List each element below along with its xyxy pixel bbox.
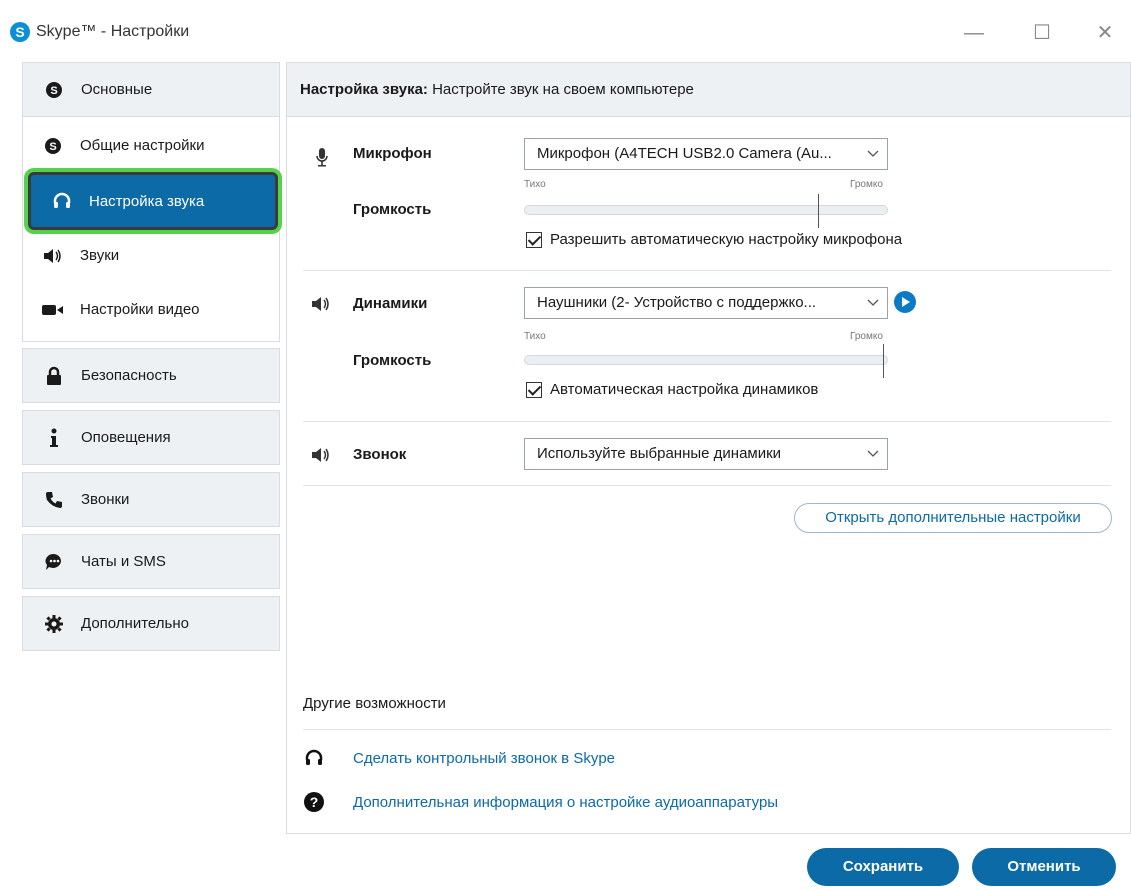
- sidebar-item-general-settings[interactable]: S Общие настройки: [22, 118, 280, 173]
- divider: [303, 485, 1111, 486]
- headset-icon: [303, 747, 325, 769]
- play-test-sound-button[interactable]: [894, 291, 916, 313]
- checkbox-checked-icon[interactable]: [526, 381, 542, 398]
- chevron-down-icon: [867, 288, 879, 329]
- ring-select-value: Используйте выбранные динамики: [537, 445, 782, 462]
- sidebar-item-sound-settings[interactable]: Настройка звука: [28, 172, 278, 230]
- ring-select[interactable]: Используйте выбранные динамики: [524, 438, 888, 470]
- sidebar-item-video-settings[interactable]: Настройки видео: [22, 282, 280, 337]
- sidebar-section-label: Чаты и SMS: [81, 553, 166, 570]
- other-options-title: Другие возможности: [303, 695, 446, 712]
- divider: [303, 729, 1111, 730]
- mic-volume-slider[interactable]: [524, 194, 888, 228]
- svg-text:S: S: [49, 141, 56, 153]
- mic-loud-label: Громко: [850, 179, 883, 190]
- sidebar-section-calls[interactable]: Звонки: [22, 472, 280, 527]
- title-bar: S Skype™ - Настройки — ☐ ✕: [0, 0, 1131, 58]
- speaker-icon: [42, 245, 64, 267]
- panel-header-subtitle: Настройте звук на своем компьютере: [427, 81, 694, 98]
- speakers-auto-checkbox[interactable]: Автоматическая настройка динамиков: [526, 381, 818, 398]
- sidebar-section-label: Безопасность: [81, 367, 177, 384]
- sidebar-section-security[interactable]: Безопасность: [22, 348, 280, 403]
- test-call-link[interactable]: Сделать контрольный звонок в Skype: [353, 750, 615, 767]
- open-advanced-settings-button[interactable]: Открыть дополнительные настройки: [794, 503, 1112, 533]
- microphone-select[interactable]: Микрофон (A4TECH USB2.0 Camera (Au...: [524, 138, 888, 170]
- lock-icon: [43, 365, 65, 387]
- sidebar-section-chats[interactable]: Чаты и SMS: [22, 534, 280, 589]
- headset-icon: [51, 190, 73, 212]
- window-title: Skype™ - Настройки: [36, 23, 190, 40]
- cancel-button[interactable]: Отменить: [972, 848, 1116, 886]
- divider: [303, 421, 1111, 422]
- speakers-auto-checkbox-label: Автоматическая настройка динамиков: [550, 381, 819, 398]
- sound-settings-panel: Настройка звука: Настройте звук на своем…: [286, 62, 1131, 834]
- speakers-volume-label: Громкость: [353, 352, 432, 369]
- info-icon: [43, 427, 65, 449]
- chat-icon: [43, 551, 65, 573]
- minimize-button[interactable]: —: [952, 16, 996, 50]
- speakers-select-value: Наушники (2- Устройство с поддержко...: [537, 294, 817, 311]
- mic-volume-label: Громкость: [353, 201, 432, 218]
- panel-header: Настройка звука: Настройте звук на своем…: [287, 63, 1130, 117]
- test-call-link-row[interactable]: Сделать контрольный звонок в Skype: [303, 747, 615, 769]
- sidebar-item-label: Общие настройки: [80, 137, 205, 154]
- mic-auto-checkbox-label: Разрешить автоматическую настройку микро…: [550, 231, 903, 248]
- audio-help-link-row[interactable]: ? Дополнительная информация о настройке …: [303, 791, 778, 813]
- microphone-select-value: Микрофон (A4TECH USB2.0 Camera (Au...: [537, 145, 832, 162]
- speaker-icon: [311, 296, 331, 316]
- sidebar-item-label: Звуки: [80, 247, 120, 264]
- close-button[interactable]: ✕: [1083, 16, 1127, 50]
- sidebar-section-label: Дополнительно: [81, 615, 189, 632]
- microphone-label: Микрофон: [353, 145, 432, 162]
- sidebar-item-sounds[interactable]: Звуки: [22, 228, 280, 283]
- svg-text:S: S: [50, 85, 57, 97]
- maximize-button[interactable]: ☐: [1020, 16, 1064, 50]
- sidebar-section-label: Звонки: [81, 491, 130, 508]
- skype-logo-icon: S: [10, 22, 30, 42]
- speakers-loud-label: Громко: [850, 331, 883, 342]
- question-icon: ?: [303, 791, 325, 813]
- mic-volume-thumb[interactable]: [818, 194, 819, 228]
- speakers-volume-thumb[interactable]: [883, 344, 884, 378]
- skype-icon: S: [42, 135, 64, 157]
- panel-header-title: Настройка звука:: [300, 81, 428, 98]
- chevron-down-icon: [867, 439, 879, 480]
- speakers-quiet-label: Тихо: [524, 331, 546, 342]
- video-camera-icon: [42, 299, 64, 321]
- sidebar-item-label: Настройка звука: [89, 192, 205, 210]
- divider: [303, 270, 1111, 271]
- sidebar-section-advanced[interactable]: Дополнительно: [22, 596, 280, 651]
- mic-auto-checkbox[interactable]: Разрешить автоматическую настройку микро…: [526, 231, 902, 248]
- speakers-select[interactable]: Наушники (2- Устройство с поддержко...: [524, 287, 888, 319]
- gear-icon: [43, 613, 65, 635]
- microphone-icon: [315, 147, 335, 167]
- phone-icon: [43, 489, 65, 511]
- sidebar-section-label: Оповещения: [81, 429, 171, 446]
- skype-icon: S: [43, 79, 65, 101]
- sidebar-section-general[interactable]: S Основные: [22, 62, 280, 117]
- sidebar-item-label: Настройки видео: [80, 301, 200, 318]
- checkbox-checked-icon[interactable]: [526, 231, 542, 248]
- speakers-volume-slider[interactable]: [524, 344, 888, 378]
- sidebar-section-notifications[interactable]: Оповещения: [22, 410, 280, 465]
- chevron-down-icon: [867, 139, 879, 180]
- ring-label: Звонок: [353, 446, 407, 463]
- mic-quiet-label: Тихо: [524, 179, 546, 190]
- audio-help-link[interactable]: Дополнительная информация о настройке ау…: [353, 794, 778, 811]
- sidebar-section-label: Основные: [81, 81, 153, 98]
- save-button[interactable]: Сохранить: [807, 848, 959, 886]
- speaker-icon: [311, 447, 331, 467]
- speakers-label: Динамики: [353, 295, 428, 312]
